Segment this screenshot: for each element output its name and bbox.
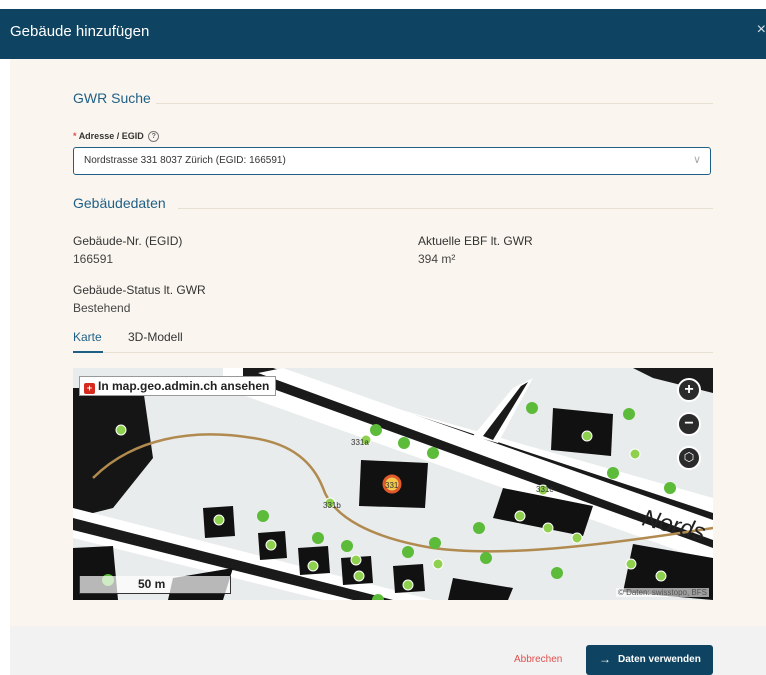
plus-icon: + (684, 381, 694, 398)
map-house-number: 331a (351, 438, 369, 447)
status-label: Gebäude-Status lt. GWR (73, 283, 206, 297)
help-icon[interactable]: ? (148, 131, 160, 143)
dialog-title: Gebäude hinzufügen (10, 23, 150, 40)
tab-karte[interactable]: Karte (73, 330, 102, 344)
chevron-down-icon[interactable]: ∨ (693, 153, 701, 166)
egid-value: 166591 (73, 252, 114, 266)
use-data-label: Daten verwenden (618, 654, 701, 665)
3d-view-button[interactable]: ⬡ (677, 446, 701, 470)
map-canvas: 331a 331b 331c 331 Nords (73, 368, 713, 600)
arrow-right-icon: → (599, 652, 611, 666)
use-data-button[interactable]: → Daten verwenden (586, 645, 713, 675)
zoom-out-button[interactable]: − (677, 412, 701, 436)
cube-icon: ⬡ (683, 450, 695, 464)
building-section-divider (178, 208, 713, 209)
dialog-header: Gebäude hinzufügen × (0, 9, 766, 59)
map-building (73, 388, 153, 518)
map-attribution: © Daten: swisstopo, BFS (615, 588, 709, 597)
building-section-title: Gebäudedaten (73, 195, 166, 211)
open-map-geo-admin-link[interactable]: + In map.geo.admin.ch ansehen (79, 376, 277, 396)
address-label-text: Adresse / EGID (78, 131, 144, 141)
gwr-section-title: GWR Suche (73, 90, 151, 106)
status-value: Bestehend (73, 301, 131, 315)
swiss-flag-icon: + (84, 383, 95, 394)
map-scale-bar: 50 m (79, 576, 231, 594)
map-house-number: 331c (536, 485, 553, 494)
map-link-label: In map.geo.admin.ch ansehen (98, 379, 270, 393)
minus-icon: − (684, 415, 694, 432)
map-street-corner (633, 368, 713, 393)
map-building (551, 408, 613, 456)
zoom-in-button[interactable]: + (677, 378, 701, 402)
tab-3d-modell[interactable]: 3D-Modell (128, 330, 183, 344)
required-mark: * (73, 131, 77, 141)
egid-label: Gebäude-Nr. (EGID) (73, 234, 183, 248)
ebf-value: 394 m² (418, 252, 456, 266)
ebf-label: Aktuelle EBF lt. GWR (418, 234, 533, 248)
tabs-divider (73, 352, 713, 353)
map-house-number: 331 (385, 481, 399, 490)
map-view[interactable]: 331a 331b 331c 331 Nords + In map.geo.adm… (73, 368, 713, 600)
active-tab-indicator (73, 351, 103, 353)
map-house-number: 331b (323, 501, 341, 510)
address-select-value: Nordstrasse 331 8037 Zürich (EGID: 16659… (84, 155, 286, 166)
gwr-section-divider (156, 103, 713, 104)
address-select[interactable]: Nordstrasse 331 8037 Zürich (EGID: 16659… (73, 147, 711, 175)
map-scale-label: 50 m (138, 577, 166, 591)
close-icon[interactable]: × (757, 21, 766, 39)
map-side-street-line (483, 382, 528, 440)
map-building (448, 578, 513, 600)
address-field-label: * Adresse / EGID ? (73, 131, 160, 143)
cancel-button[interactable]: Abbrechen (514, 654, 562, 665)
